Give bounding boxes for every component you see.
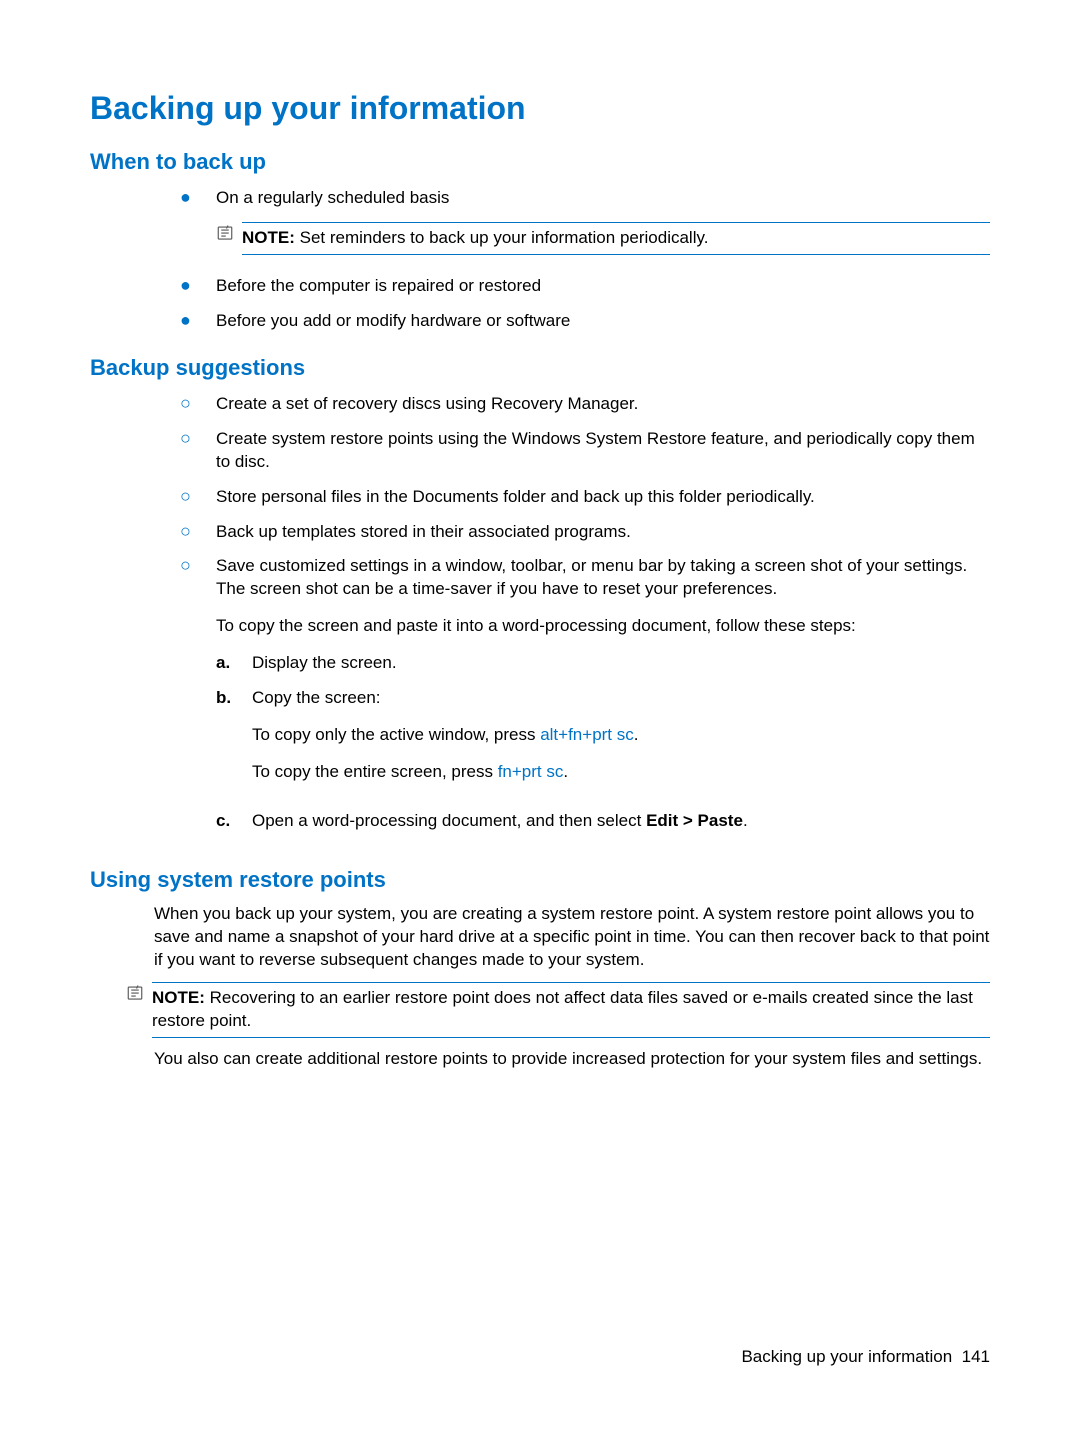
paragraph: You also can create additional restore p… — [154, 1048, 990, 1071]
list-item: ● On a regularly scheduled basis NOTE: S… — [180, 187, 990, 263]
section-heading-suggestions: Backup suggestions — [90, 355, 990, 381]
step-text: Copy the screen: — [252, 688, 381, 707]
step-marker: b. — [216, 687, 252, 710]
bullet-icon: ○ — [180, 486, 216, 508]
bullet-icon: ○ — [180, 393, 216, 415]
keyboard-shortcut: alt+fn+prt sc — [540, 725, 634, 744]
bullet-icon: ○ — [180, 428, 216, 450]
bullet-icon: ○ — [180, 555, 216, 577]
note-label: NOTE: — [242, 228, 295, 247]
list-item-text: Save customized settings in a window, to… — [216, 556, 967, 598]
step-marker: a. — [216, 652, 252, 675]
menu-path: Edit > Paste — [646, 811, 743, 830]
sub-paragraph: To copy the screen and paste it into a w… — [216, 615, 990, 638]
footer-text: Backing up your information — [741, 1347, 952, 1366]
note-box: NOTE: Recovering to an earlier restore p… — [126, 982, 990, 1038]
list-item: ● Before you add or modify hardware or s… — [180, 310, 990, 333]
list-item: ○ Create a set of recovery discs using R… — [180, 393, 990, 416]
list-item: ○ Save customized settings in a window, … — [180, 555, 990, 845]
note-label: NOTE: — [152, 988, 205, 1007]
period: . — [563, 762, 568, 781]
step-c: c. Open a word-processing document, and … — [216, 810, 990, 833]
section-heading-when: When to back up — [90, 149, 990, 175]
step-text-post: . — [743, 811, 748, 830]
list-item-text: Store personal files in the Documents fo… — [216, 486, 990, 509]
sub-paragraph: To copy only the active window, press al… — [252, 724, 990, 747]
bullet-icon: ○ — [180, 521, 216, 543]
step-sub-pre: To copy only the active window, press — [252, 725, 540, 744]
list-item-text: Before you add or modify hardware or sof… — [216, 310, 990, 333]
period: . — [634, 725, 639, 744]
document-page: Backing up your information When to back… — [0, 0, 1080, 1437]
step-text: Display the screen. — [252, 652, 990, 675]
note-text-content: Recovering to an earlier restore point d… — [152, 988, 973, 1030]
step-marker: c. — [216, 810, 252, 833]
bullet-icon: ● — [180, 275, 216, 297]
bullet-icon: ● — [180, 310, 216, 332]
step-b: b. Copy the screen: To copy only the act… — [216, 687, 990, 798]
note-icon — [126, 982, 152, 1007]
list-item-text: On a regularly scheduled basis — [216, 188, 449, 207]
note-text-content: Set reminders to back up your informatio… — [300, 228, 709, 247]
note-icon — [216, 222, 242, 248]
list-item-text: Create system restore points using the W… — [216, 428, 990, 474]
list-item-text: Create a set of recovery discs using Rec… — [216, 393, 990, 416]
suggestions-list: ○ Create a set of recovery discs using R… — [90, 393, 990, 845]
ordered-steps: a. Display the screen. b. Copy the scree… — [216, 652, 990, 833]
keyboard-shortcut: fn+prt sc — [498, 762, 564, 781]
page-number: 141 — [962, 1347, 990, 1366]
bullet-icon: ● — [180, 187, 216, 209]
list-item: ○ Create system restore points using the… — [180, 428, 990, 474]
when-list: ● On a regularly scheduled basis NOTE: S… — [90, 187, 990, 333]
list-item: ○ Store personal files in the Documents … — [180, 486, 990, 509]
list-item: ○ Back up templates stored in their asso… — [180, 521, 990, 544]
list-item-text: Back up templates stored in their associ… — [216, 521, 990, 544]
section-heading-restore: Using system restore points — [90, 867, 990, 893]
step-a: a. Display the screen. — [216, 652, 990, 675]
note-box: NOTE: Set reminders to back up your info… — [216, 222, 990, 255]
paragraph: When you back up your system, you are cr… — [154, 903, 990, 972]
sub-paragraph: To copy the entire screen, press fn+prt … — [252, 761, 990, 784]
list-item: ● Before the computer is repaired or res… — [180, 275, 990, 298]
page-title: Backing up your information — [90, 90, 990, 127]
step-sub-pre: To copy the entire screen, press — [252, 762, 498, 781]
page-footer: Backing up your information 141 — [741, 1347, 990, 1367]
step-text-pre: Open a word-processing document, and the… — [252, 811, 646, 830]
list-item-text: Before the computer is repaired or resto… — [216, 275, 990, 298]
